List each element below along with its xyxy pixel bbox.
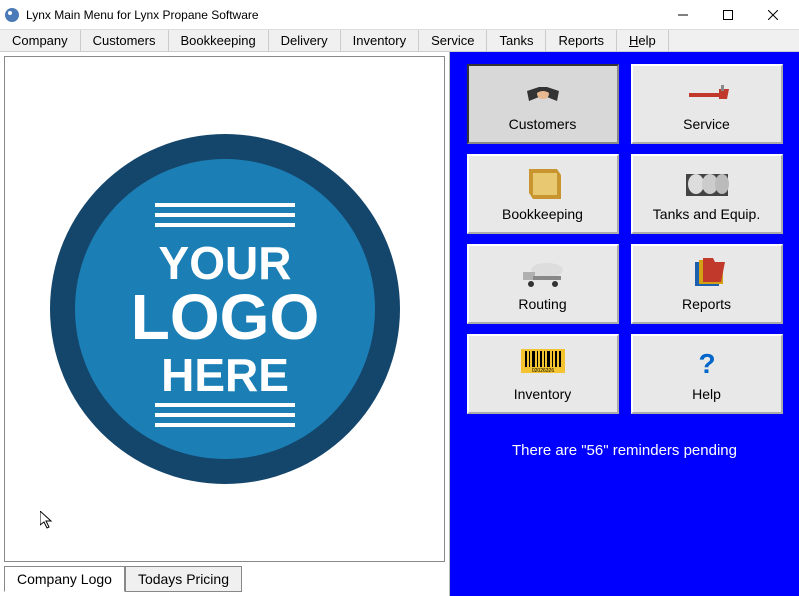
question-icon: ?: [683, 346, 731, 382]
handshake-icon: [519, 76, 567, 112]
help-button[interactable]: ? Help: [631, 334, 783, 414]
truck-icon: [519, 256, 567, 292]
inventory-label: Inventory: [514, 386, 572, 402]
left-panel: YOUR LOGO HERE Company Logo Todays Prici…: [0, 52, 450, 596]
menu-tanks[interactable]: Tanks: [487, 30, 546, 51]
reminders-status: There are "56" reminders pending: [462, 442, 787, 459]
service-button[interactable]: Service: [631, 64, 783, 144]
routing-button[interactable]: Routing: [467, 244, 619, 324]
svg-text:HERE: HERE: [161, 349, 289, 401]
tanks-button[interactable]: Tanks and Equip.: [631, 154, 783, 234]
svg-text:02026326: 02026326: [531, 368, 553, 374]
reports-label: Reports: [682, 296, 731, 312]
content-area: YOUR LOGO HERE Company Logo Todays Prici…: [0, 52, 799, 596]
menu-reports[interactable]: Reports: [546, 30, 617, 51]
menu-inventory[interactable]: Inventory: [341, 30, 419, 51]
button-grid: Customers Service: [462, 64, 787, 414]
right-panel: Customers Service: [450, 52, 799, 596]
book-icon: [519, 166, 567, 202]
close-button[interactable]: [750, 1, 795, 29]
window-controls: [660, 1, 795, 29]
menu-service[interactable]: Service: [419, 30, 487, 51]
customers-button[interactable]: Customers: [467, 64, 619, 144]
logo-area: YOUR LOGO HERE: [4, 56, 445, 562]
bookkeeping-button[interactable]: Bookkeeping: [467, 154, 619, 234]
folders-icon: [683, 256, 731, 292]
bookkeeping-label: Bookkeeping: [502, 206, 583, 222]
help-label: Help: [692, 386, 721, 402]
service-label: Service: [683, 116, 730, 132]
company-logo-image: YOUR LOGO HERE: [45, 129, 405, 489]
cursor-icon: [40, 511, 56, 531]
menu-bookkeeping[interactable]: Bookkeeping: [169, 30, 269, 51]
menu-delivery[interactable]: Delivery: [269, 30, 341, 51]
menu-customers[interactable]: Customers: [81, 30, 169, 51]
maximize-button[interactable]: [705, 1, 750, 29]
tabs: Company Logo Todays Pricing: [4, 566, 445, 592]
tab-company-logo[interactable]: Company Logo: [4, 566, 125, 592]
reports-button[interactable]: Reports: [631, 244, 783, 324]
app-icon: [4, 7, 20, 23]
svg-text:?: ?: [698, 349, 715, 379]
inventory-button[interactable]: 02026326 Inventory: [467, 334, 619, 414]
customers-label: Customers: [509, 116, 577, 132]
wrench-icon: [683, 76, 731, 112]
titlebar: Lynx Main Menu for Lynx Propane Software: [0, 0, 799, 30]
menubar: Company Customers Bookkeeping Delivery I…: [0, 30, 799, 52]
menu-help[interactable]: Help: [617, 30, 669, 51]
barcode-icon: 02026326: [519, 346, 567, 382]
tanks-icon: [683, 166, 731, 202]
tanks-label: Tanks and Equip.: [653, 206, 760, 222]
routing-label: Routing: [518, 296, 566, 312]
tab-todays-pricing[interactable]: Todays Pricing: [125, 566, 242, 592]
menu-company[interactable]: Company: [0, 30, 81, 51]
minimize-button[interactable]: [660, 1, 705, 29]
window-title: Lynx Main Menu for Lynx Propane Software: [26, 8, 660, 22]
svg-text:LOGO: LOGO: [130, 281, 318, 353]
